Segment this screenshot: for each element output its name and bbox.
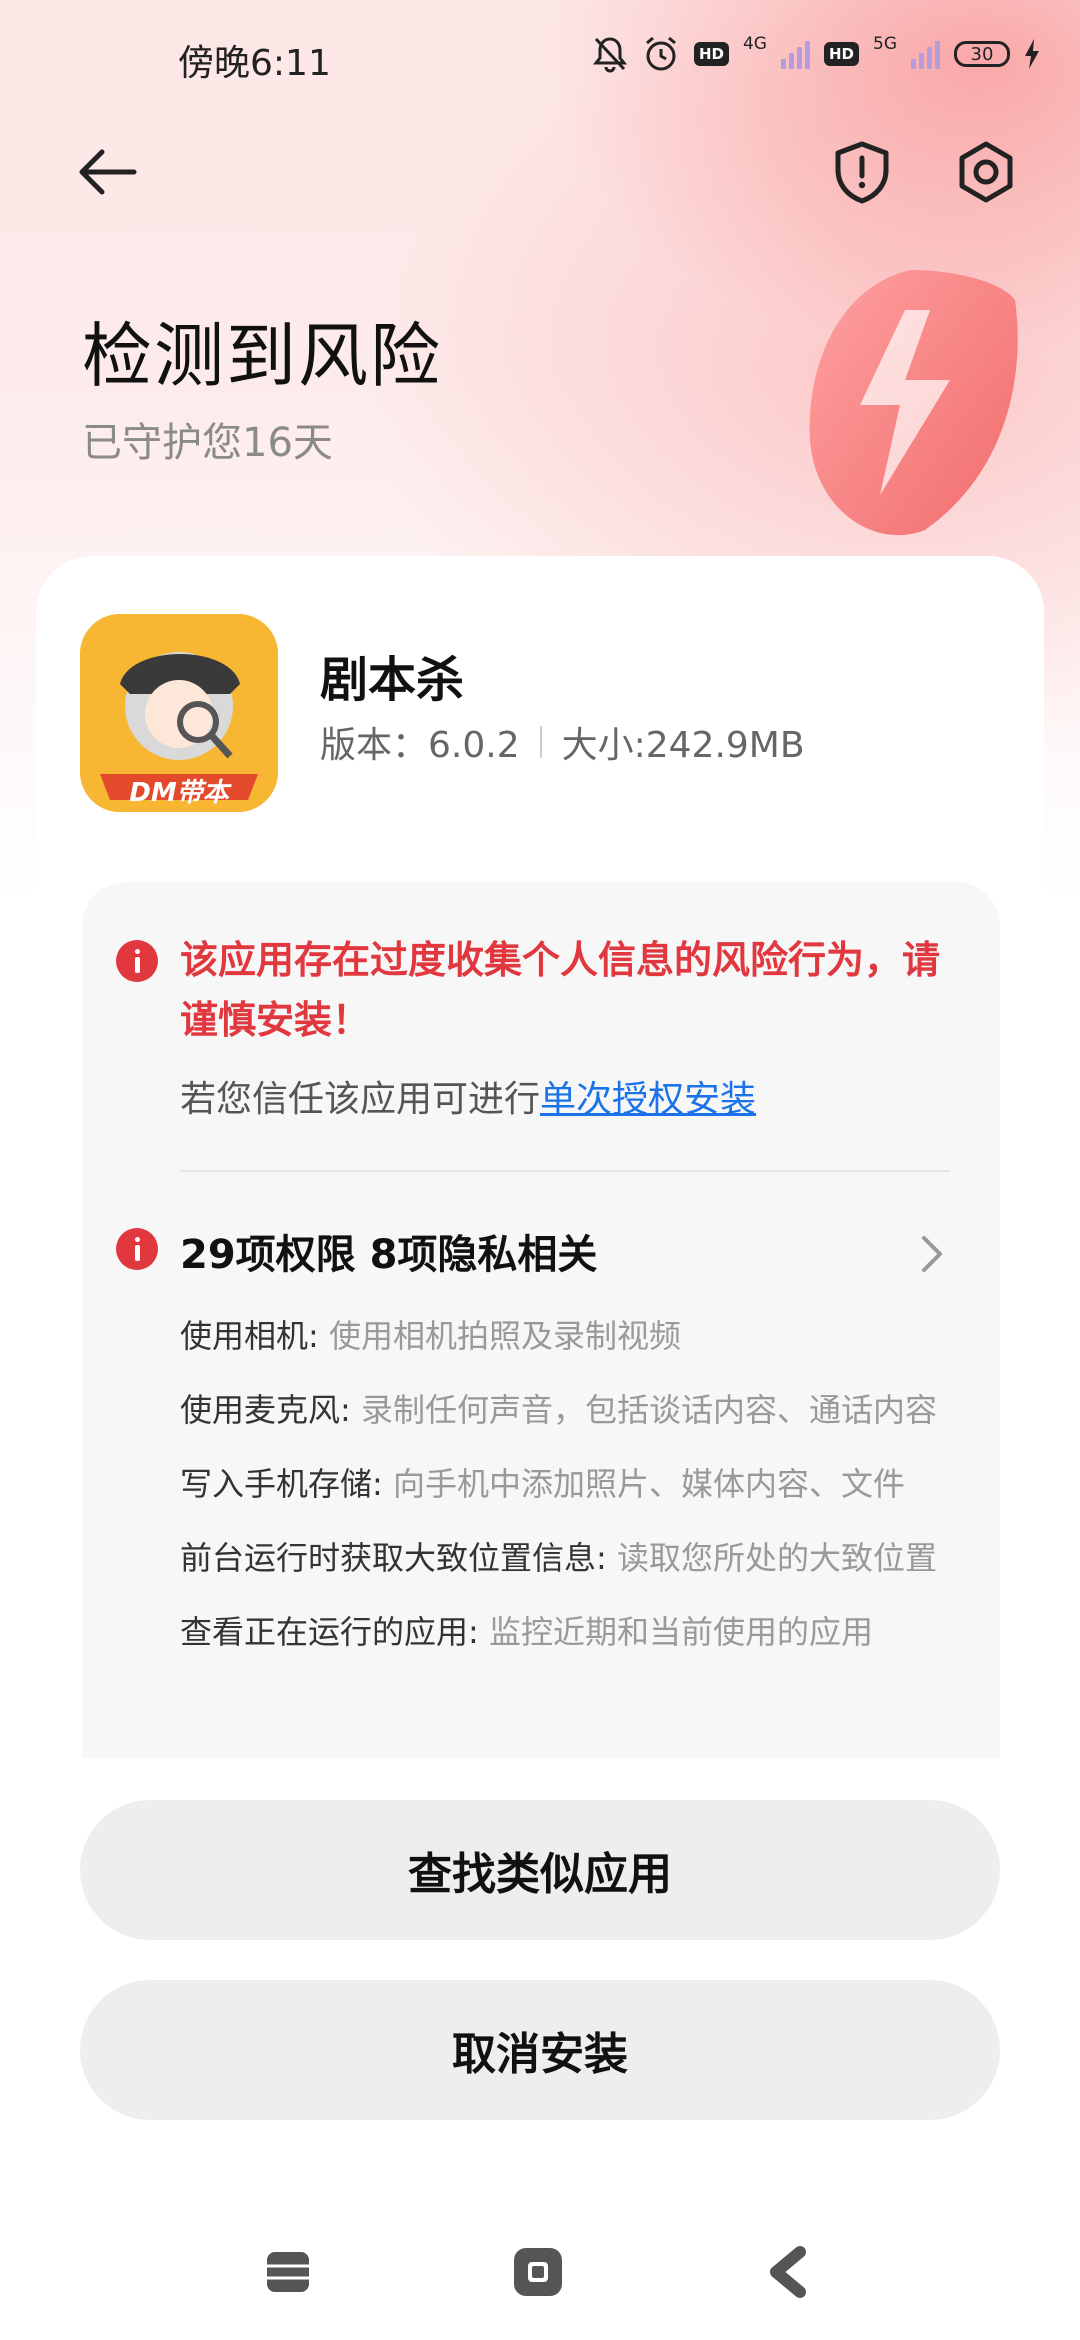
permission-desc: 读取您所处的大致位置 (606, 1539, 937, 1577)
chevron-right-icon[interactable] (912, 1232, 952, 1276)
permission-desc: 监控近期和当前使用的应用 (478, 1613, 873, 1651)
alarm-icon (646, 36, 676, 71)
permission-list: 使用相机: 使用相机拍照及录制视频 使用麦克风: 录制任何声音，包括谈话内容、通… (180, 1314, 940, 1684)
settings-icon[interactable] (954, 140, 1018, 204)
permission-item: 前台运行时获取大致位置信息: 读取您所处的大致位置 (180, 1536, 940, 1580)
trust-line: 若您信任该应用可进行单次授权安装 (180, 1070, 756, 1122)
permission-name: 写入手机存储: (180, 1465, 383, 1503)
app-icon-badge: DM带本 (129, 778, 229, 808)
meta-divider (539, 726, 542, 758)
home-icon[interactable] (512, 2246, 564, 2298)
status-icons: HD 4G HD 5G 30 (592, 32, 1040, 76)
page-title: 检测到风险 (82, 315, 442, 397)
permission-name: 前台运行时获取大致位置信息: (180, 1539, 607, 1577)
permissions-warning-icon (116, 1228, 158, 1270)
battery-icon: 30 (954, 41, 1010, 67)
back-nav-icon[interactable] (768, 2246, 808, 2298)
network-type-1: 4G (742, 34, 767, 54)
hd-badge-2: HD (823, 42, 859, 66)
charging-icon (1025, 39, 1039, 69)
signal-bars-2-icon (911, 39, 940, 69)
trust-prefix: 若您信任该应用可进行 (180, 1079, 541, 1120)
permission-desc: 录制任何声音，包括谈话内容、通话内容 (350, 1391, 937, 1429)
permission-name: 查看正在运行的应用: (180, 1613, 479, 1651)
permissions-summary[interactable]: 29项权限 8项隐私相关 (180, 1222, 597, 1280)
risk-warning-text: 该应用存在过度收集个人信息的风险行为，请谨慎安装！ (180, 938, 941, 1042)
permission-item: 使用相机: 使用相机拍照及录制视频 (180, 1314, 940, 1358)
mute-icon (592, 37, 628, 73)
warning-icon (116, 940, 158, 982)
app-meta: 版本：6.0.2 大小:242.9MB (320, 716, 805, 768)
menu-icon[interactable] (265, 2250, 311, 2294)
protection-days: 已守护您16天 (82, 420, 333, 466)
permission-name: 使用麦克风: (180, 1391, 351, 1429)
find-similar-apps-button[interactable]: 查找类似应用 (80, 1800, 1000, 1940)
permission-item: 使用麦克风: 录制任何声音，包括谈话内容、通话内容 (180, 1388, 940, 1432)
permission-item: 查看正在运行的应用: 监控近期和当前使用的应用 (180, 1610, 940, 1654)
divider (180, 1170, 950, 1172)
permission-item: 写入手机存储: 向手机中添加照片、媒体内容、文件 (180, 1462, 940, 1506)
app-version: 版本：6.0.2 (320, 725, 520, 766)
permission-name: 使用相机: (180, 1317, 319, 1355)
cancel-install-button[interactable]: 取消安装 (80, 1980, 1000, 2120)
back-arrow-icon[interactable] (76, 140, 140, 204)
permission-desc: 使用相机拍照及录制视频 (318, 1317, 681, 1355)
app-size: 大小:242.9MB (561, 725, 805, 766)
status-time: 傍晚6:11 (178, 43, 331, 84)
shield-alert-icon[interactable] (832, 140, 892, 204)
hd-badge-1: HD (693, 42, 729, 66)
single-authorize-install-link[interactable]: 单次授权安装 (540, 1079, 756, 1120)
app-icon: DM带本 (80, 614, 278, 812)
network-type-2: 5G (873, 34, 897, 54)
red-shield-illustration-icon (809, 270, 1018, 536)
permission-desc: 向手机中添加照片、媒体内容、文件 (382, 1465, 905, 1503)
signal-bars-1-icon (780, 39, 810, 69)
app-name: 剧本杀 (320, 652, 465, 708)
